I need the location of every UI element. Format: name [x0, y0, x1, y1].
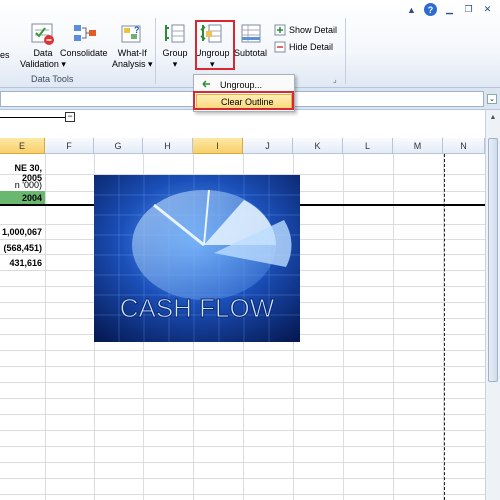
grid-line	[0, 350, 485, 351]
scroll-thumb[interactable]	[488, 138, 498, 382]
column-header-g[interactable]: G	[94, 138, 143, 154]
group-separator	[345, 18, 346, 84]
grid-line	[0, 414, 485, 415]
grid-line	[0, 382, 485, 383]
clear-outline-highlight	[193, 91, 294, 110]
hide-detail-label: Hide Detail	[289, 42, 334, 52]
group-separator	[155, 18, 156, 84]
data-tools-group-label: Data Tools	[31, 74, 74, 84]
cell-e-value-3[interactable]: 431,616	[0, 258, 45, 268]
close-icon[interactable]: ✕	[481, 3, 494, 16]
ungroup-highlight	[195, 20, 235, 70]
subtotal-button[interactable]: Subtotal	[234, 22, 267, 59]
cell-e-value-2[interactable]: (568,451)	[0, 243, 45, 253]
grid-line	[0, 430, 485, 431]
svg-text:?: ?	[134, 25, 140, 35]
column-header-h[interactable]: H	[143, 138, 193, 154]
cell-e-year[interactable]: 2004	[0, 193, 45, 203]
data-validation-icon	[31, 23, 54, 45]
vertical-scrollbar[interactable]: ▲	[485, 110, 500, 500]
subtotal-icon	[241, 24, 261, 43]
data-validation-label-2: Validation ▾	[20, 59, 66, 69]
column-header-e[interactable]: E	[0, 138, 45, 154]
column-header-m[interactable]: M	[393, 138, 443, 154]
outline-line	[0, 117, 66, 118]
grid-line	[0, 494, 485, 495]
menu-item-ungroup-label: Ungroup...	[220, 79, 263, 90]
grid-line	[0, 462, 485, 463]
column-header-j[interactable]: J	[243, 138, 293, 154]
column-header-f[interactable]: F	[45, 138, 94, 154]
consolidate-label: Consolidate	[60, 48, 108, 58]
cash-flow-image[interactable]: CASH FLOW	[94, 175, 300, 342]
minimize-icon[interactable]: ▁	[443, 3, 456, 16]
ungroup-arrow-icon	[202, 80, 210, 88]
window-controls: ▲ ? ▁ ❐ ✕	[405, 3, 494, 16]
expand-formula-icon[interactable]: ⌄	[487, 94, 497, 104]
dialog-launcher-icon[interactable]: ⌟	[333, 75, 337, 84]
data-validation-label: Data	[33, 48, 53, 58]
hide-detail-icon	[274, 41, 286, 53]
grid-line	[0, 446, 485, 447]
column-header-l[interactable]: L	[343, 138, 393, 154]
chevron-down-icon: ▾	[172, 59, 178, 69]
column-header-i[interactable]: I	[193, 138, 243, 154]
group-label: Group	[162, 48, 188, 58]
show-detail-button[interactable]: Show Detail	[274, 24, 337, 36]
what-if-analysis-icon: ?	[121, 25, 141, 43]
cash-flow-graphic: CASH FLOW	[94, 175, 300, 342]
scroll-up-icon[interactable]: ▲	[488, 114, 498, 124]
column-header-n[interactable]: N	[443, 138, 485, 154]
what-if-analysis-button[interactable]: ? What-If Analysis ▾	[112, 22, 153, 70]
what-if-label-2: Analysis ▾	[112, 59, 153, 69]
cash-flow-caption: CASH FLOW	[120, 293, 275, 323]
prefix-fragment: es	[0, 50, 10, 60]
hide-detail-button[interactable]: Hide Detail	[274, 41, 333, 53]
collapse-outline-button[interactable]: −	[65, 112, 75, 122]
group-icon	[165, 24, 185, 43]
consolidate-icon	[73, 25, 96, 41]
show-detail-icon	[274, 24, 286, 36]
menu-item-ungroup[interactable]: Ungroup...	[196, 77, 292, 92]
show-detail-label: Show Detail	[289, 25, 338, 35]
consolidate-button[interactable]: Consolidate	[60, 22, 108, 59]
caret-up-icon[interactable]: ▲	[405, 3, 418, 16]
subtotal-label: Subtotal	[234, 48, 268, 58]
cell-e-units[interactable]: n '000)	[0, 180, 45, 190]
column-header-k[interactable]: K	[293, 138, 343, 154]
grid-line	[0, 478, 485, 479]
help-icon[interactable]: ?	[424, 3, 437, 16]
what-if-label: What-If	[117, 48, 147, 58]
grid-line	[0, 366, 485, 367]
cell-e-value-1[interactable]: 1,000,067	[0, 227, 45, 237]
restore-icon[interactable]: ❐	[462, 3, 475, 16]
grid-line	[0, 398, 485, 399]
group-button[interactable]: Group ▾	[162, 22, 188, 70]
